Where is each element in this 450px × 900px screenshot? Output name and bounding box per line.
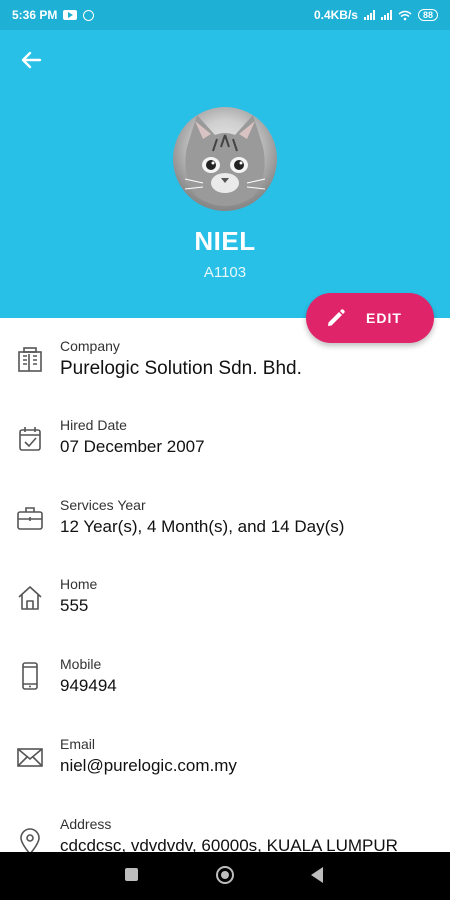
detail-email: Email niel@purelogic.com.my — [0, 736, 450, 806]
detail-label: Home — [60, 576, 98, 592]
detail-hired-date: Hired Date 07 December 2007 — [0, 417, 450, 487]
status-bar: 5:36 PM 0.4KB/s 88 — [0, 0, 450, 30]
signal-icon-2 — [380, 10, 392, 20]
profile-code: A1103 — [203, 264, 247, 281]
back-button-icon[interactable] — [311, 867, 323, 883]
home-button-icon[interactable] — [216, 866, 234, 884]
wifi-icon — [398, 10, 412, 20]
cat-photo — [184, 115, 266, 206]
back-arrow-icon[interactable] — [18, 48, 46, 72]
detail-label: Email — [60, 736, 96, 752]
avatar — [173, 107, 277, 211]
detail-value: 555 — [60, 596, 89, 615]
detail-label: Hired Date — [60, 417, 127, 433]
detail-services-year: Services Year 12 Year(s), 4 Month(s), an… — [0, 497, 450, 567]
network-speed: 0.4KB/s — [313, 8, 358, 22]
detail-mobile: Mobile 949494 — [0, 656, 450, 726]
detail-value: 949494 — [60, 676, 117, 695]
edit-button[interactable]: EDIT — [306, 293, 434, 343]
detail-label: Mobile — [60, 656, 102, 672]
detail-value: Purelogic Solution Sdn. Bhd. — [60, 358, 302, 379]
detail-value: niel@purelogic.com.my — [60, 756, 237, 775]
system-nav-bar — [0, 852, 450, 900]
pencil-icon — [328, 309, 345, 326]
detail-label: Company — [60, 338, 120, 354]
whatsapp-icon — [83, 9, 95, 21]
edit-label: EDIT — [366, 310, 402, 326]
signal-icon — [363, 10, 375, 20]
recent-apps-icon[interactable] — [125, 868, 138, 881]
detail-home: Home 555 — [0, 576, 450, 646]
status-time: 5:36 PM — [12, 8, 58, 22]
detail-value: 12 Year(s), 4 Month(s), and 14 Day(s) — [60, 517, 345, 536]
briefcase-icon — [17, 507, 43, 530]
profile-name: NIEL — [194, 226, 256, 256]
detail-label: Address — [60, 816, 112, 832]
building-icon — [18, 347, 42, 372]
battery-indicator: 88 — [417, 9, 438, 21]
home-icon — [18, 586, 42, 610]
mobile-phone-icon — [22, 662, 38, 690]
youtube-icon — [63, 10, 78, 20]
detail-label: Services Year — [60, 497, 146, 513]
detail-company: Company Purelogic Solution Sdn. Bhd. — [0, 338, 450, 408]
calendar-check-icon — [19, 427, 41, 451]
detail-value: 07 December 2007 — [60, 437, 205, 456]
envelope-icon — [17, 748, 43, 767]
